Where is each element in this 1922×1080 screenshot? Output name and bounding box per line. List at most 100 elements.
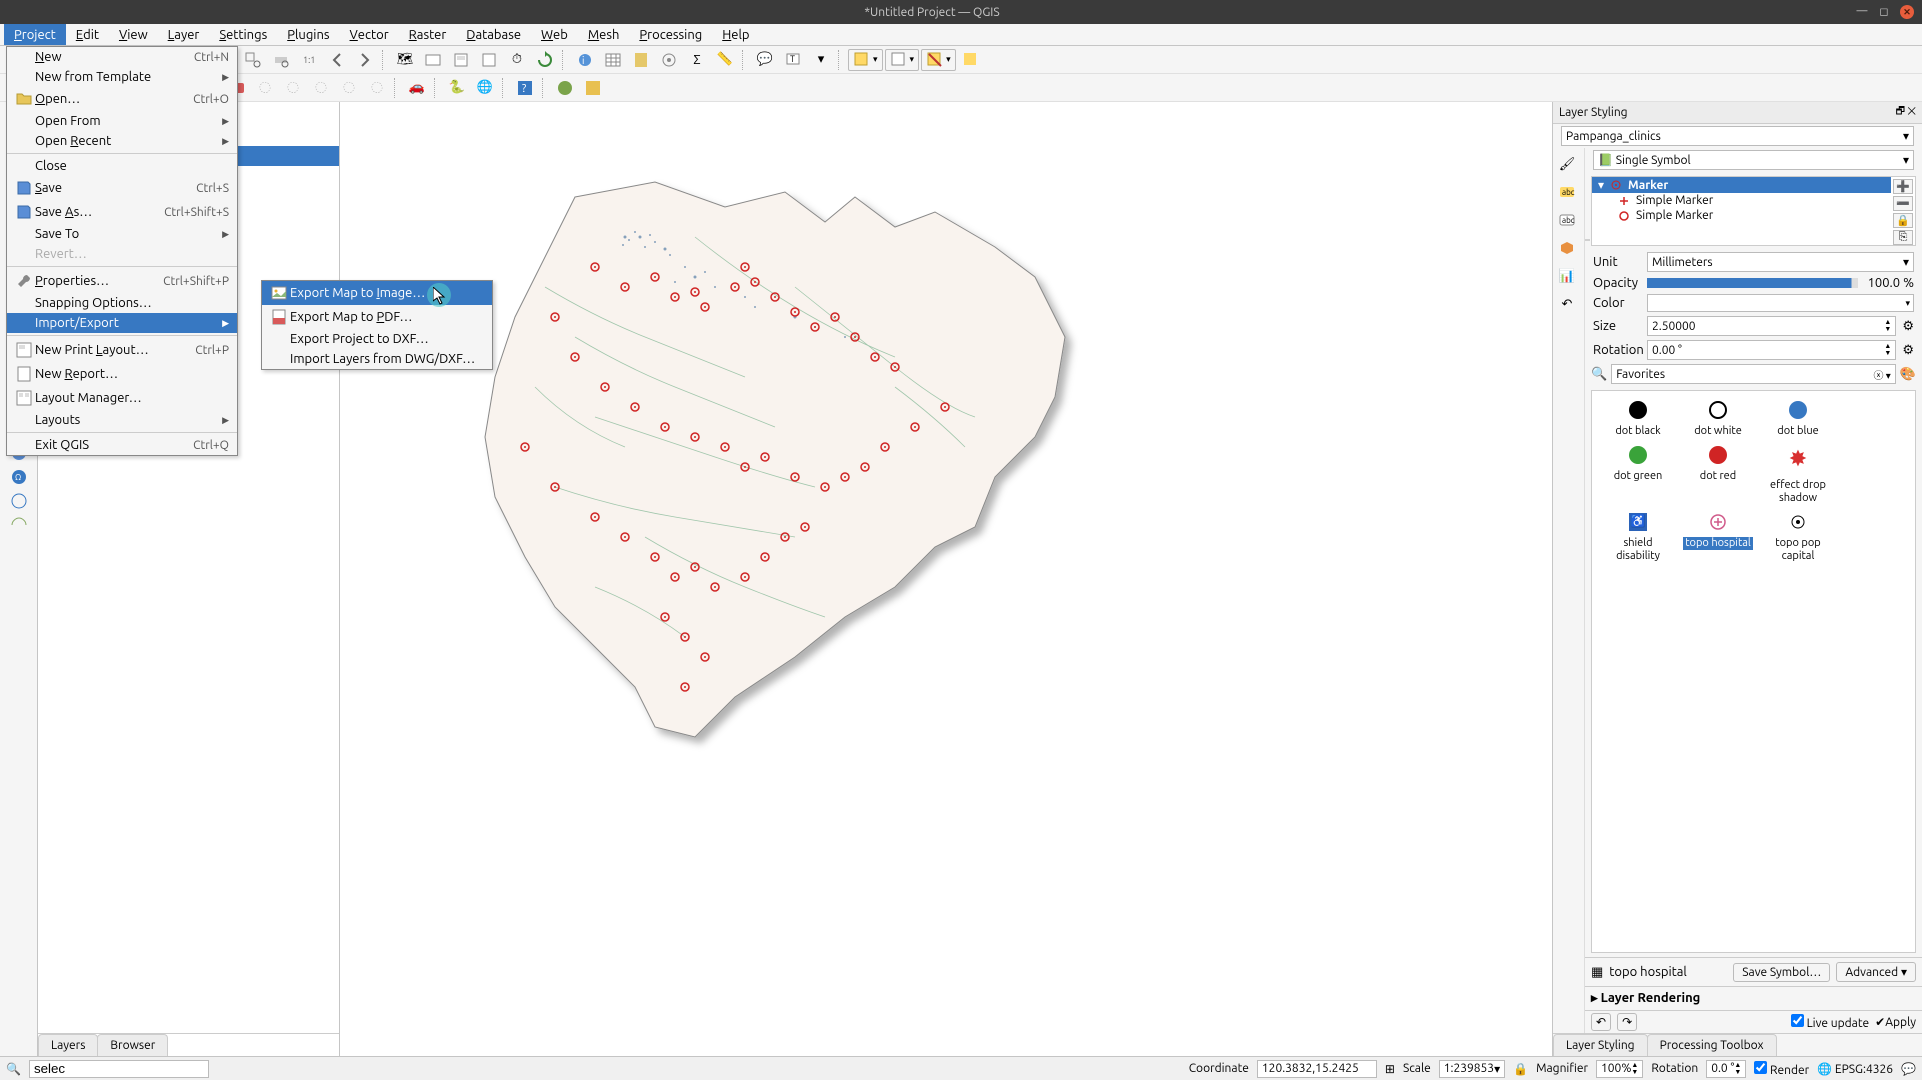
- menu-item-open-[interactable]: Open…Ctrl+O: [7, 87, 237, 111]
- redo-style-button[interactable]: ↷: [1617, 1013, 1637, 1031]
- menu-item-new-from-template[interactable]: New from Template▶: [7, 67, 237, 87]
- print-layout-button[interactable]: [448, 48, 474, 72]
- map-canvas[interactable]: [340, 102, 1552, 1056]
- zoom-layer-button[interactable]: [268, 48, 294, 72]
- ors-button[interactable]: 🚗: [404, 76, 430, 100]
- menu-layer[interactable]: Layer: [158, 24, 210, 45]
- text-annotation-button[interactable]: T: [780, 48, 806, 72]
- lock-symbol-layer-button[interactable]: 🔒: [1893, 213, 1913, 228]
- rotate-label-button[interactable]: ◌: [308, 76, 334, 100]
- symbol-topo-hospital[interactable]: topo hospital: [1682, 513, 1754, 563]
- magnifier-value[interactable]: 100% ▲▼: [1596, 1060, 1643, 1078]
- layer-combo[interactable]: Pampanga_clinics▾: [1561, 126, 1914, 146]
- favorites-search[interactable]: Favoritesⓧ ▾: [1611, 364, 1896, 384]
- opacity-slider[interactable]: [1647, 278, 1858, 288]
- add-wcs-icon[interactable]: [2, 490, 36, 512]
- menu-settings[interactable]: Settings: [209, 24, 277, 45]
- attr-table-button[interactable]: [600, 48, 626, 72]
- new-map-view-button[interactable]: 🗺: [392, 48, 418, 72]
- select-by-value-combo[interactable]: ▾: [885, 49, 920, 71]
- menu-item-save-to[interactable]: Save To▶: [7, 224, 237, 244]
- hide-label-button[interactable]: ◌: [364, 76, 390, 100]
- submenu-item-export-map-to-image-[interactable]: Export Map to Image…: [262, 281, 492, 305]
- symbol-topo-pop-capital[interactable]: topo pop capital: [1762, 513, 1834, 563]
- menu-help[interactable]: Help: [712, 24, 759, 45]
- add-xyz-icon[interactable]: Ω: [2, 466, 36, 488]
- symbol-tree[interactable]: ▾ Marker Simple Marker Simple Marker ➕ ➖…: [1591, 176, 1916, 246]
- grid-view-icon[interactable]: ▦: [1591, 965, 1603, 980]
- show-labels-button[interactable]: ◌: [252, 76, 278, 100]
- menu-item-open-from[interactable]: Open From▶: [7, 111, 237, 131]
- menu-vector[interactable]: Vector: [340, 24, 399, 45]
- tab-layers[interactable]: Layers: [38, 1034, 98, 1056]
- zoom-last-button[interactable]: [324, 48, 350, 72]
- panel-close-icon[interactable]: 🗗 ✕: [1896, 104, 1916, 121]
- minimize-button[interactable]: —: [1856, 5, 1868, 17]
- move-label-button[interactable]: ◌: [280, 76, 306, 100]
- coordinate-value[interactable]: 120.3832,15.2425: [1257, 1060, 1377, 1078]
- change-label-button[interactable]: ◌: [336, 76, 362, 100]
- maptips-button[interactable]: 💬: [752, 48, 778, 72]
- measure-button[interactable]: 📏: [712, 48, 738, 72]
- menu-mesh[interactable]: Mesh: [578, 24, 630, 45]
- symbol-shield-disability[interactable]: ♿shield disability: [1602, 513, 1674, 563]
- rotation-value-sb[interactable]: 0.0 ° ▲▼: [1706, 1060, 1746, 1078]
- zoom-next-button[interactable]: [352, 48, 378, 72]
- rotation-input[interactable]: 0.00 °▲▼: [1647, 340, 1896, 360]
- menu-item-open-recent[interactable]: Open Recent▶: [7, 131, 237, 151]
- maximize-button[interactable]: ◻: [1878, 5, 1890, 17]
- close-button[interactable]: ✕: [1900, 5, 1914, 19]
- menu-project[interactable]: Project: [4, 24, 66, 45]
- tab-browser[interactable]: Browser: [97, 1034, 168, 1056]
- menu-item-revert-[interactable]: Revert…: [7, 244, 237, 264]
- deselect-combo[interactable]: ▾: [921, 49, 956, 71]
- remove-symbol-layer-button[interactable]: ➖: [1893, 196, 1913, 211]
- lock-scale-icon[interactable]: 🔒: [1513, 1062, 1528, 1076]
- zoom-selection-button[interactable]: [240, 48, 266, 72]
- menu-view[interactable]: View: [109, 24, 158, 45]
- messages-icon[interactable]: 💬: [1901, 1062, 1916, 1076]
- menu-item-save-as-[interactable]: Save As…Ctrl+Shift+S: [7, 200, 237, 224]
- menu-item-exit-qgis[interactable]: Exit QGISCtrl+Q: [7, 435, 237, 455]
- tab-layer-styling[interactable]: Layer Styling: [1553, 1034, 1648, 1056]
- duplicate-symbol-layer-button[interactable]: ⎘: [1893, 230, 1913, 245]
- menu-item-snapping-options-[interactable]: Snapping Options…: [7, 293, 237, 313]
- select-all-button[interactable]: [958, 48, 984, 72]
- scale-combo[interactable]: 1:239853 ▾: [1439, 1060, 1505, 1078]
- menu-edit[interactable]: Edit: [66, 24, 109, 45]
- advanced-button[interactable]: Advanced ▾: [1836, 962, 1916, 982]
- stats-button[interactable]: Σ: [684, 48, 710, 72]
- toolbox-button[interactable]: [656, 48, 682, 72]
- menu-item-new-print-layout-[interactable]: New Print Layout…Ctrl+P: [7, 338, 237, 362]
- zoom-native-button[interactable]: 1:1: [296, 48, 322, 72]
- symbol-gallery[interactable]: dot blackdot whitedot bluedot greendot r…: [1591, 390, 1916, 953]
- symbol-dot-black[interactable]: dot black: [1602, 401, 1674, 438]
- symbol-dot-red[interactable]: dot red: [1682, 446, 1754, 505]
- menu-database[interactable]: Database: [456, 24, 531, 45]
- help-button[interactable]: ?: [512, 76, 538, 100]
- add-wfs-icon[interactable]: [2, 514, 36, 536]
- submenu-item-export-project-to-dxf-[interactable]: Export Project to DXF…: [262, 329, 492, 349]
- 3d-icon[interactable]: [1553, 236, 1581, 260]
- color-picker[interactable]: ▾: [1647, 294, 1914, 312]
- menu-item-save[interactable]: SaveCtrl+S: [7, 176, 237, 200]
- submenu-item-import-layers-from-dwg-dxf-[interactable]: Import Layers from DWG/DXF…: [262, 349, 492, 369]
- tab-processing-toolbox[interactable]: Processing Toolbox: [1647, 1034, 1777, 1056]
- menu-item-layout-manager-[interactable]: Layout Manager…: [7, 386, 237, 410]
- menu-item-new-report-[interactable]: New Report…: [7, 362, 237, 386]
- select-tool-combo[interactable]: ▾: [848, 49, 883, 71]
- menu-item-import-export[interactable]: Import/Export▶: [7, 313, 237, 333]
- refresh-button[interactable]: [532, 48, 558, 72]
- identify-button[interactable]: i: [572, 48, 598, 72]
- symbol-tree-row[interactable]: Simple Marker: [1592, 208, 1891, 223]
- layer-rendering-expander[interactable]: ▸ Layer Rendering: [1591, 991, 1700, 1006]
- extents-icon[interactable]: ⊞: [1385, 1062, 1395, 1076]
- unit-combo[interactable]: Millimeters▾: [1647, 252, 1914, 272]
- history-icon[interactable]: ↶: [1553, 292, 1581, 316]
- renderer-type-combo[interactable]: 📗 Single Symbol▾: [1593, 150, 1914, 170]
- plugin-tool-2[interactable]: [580, 76, 606, 100]
- save-symbol-button[interactable]: Save Symbol…: [1733, 963, 1830, 982]
- submenu-item-export-map-to-pdf-[interactable]: Export Map to PDF…: [262, 305, 492, 329]
- size-override-icon[interactable]: ⚙: [1902, 319, 1914, 334]
- menu-item-layouts[interactable]: Layouts▶: [7, 410, 237, 430]
